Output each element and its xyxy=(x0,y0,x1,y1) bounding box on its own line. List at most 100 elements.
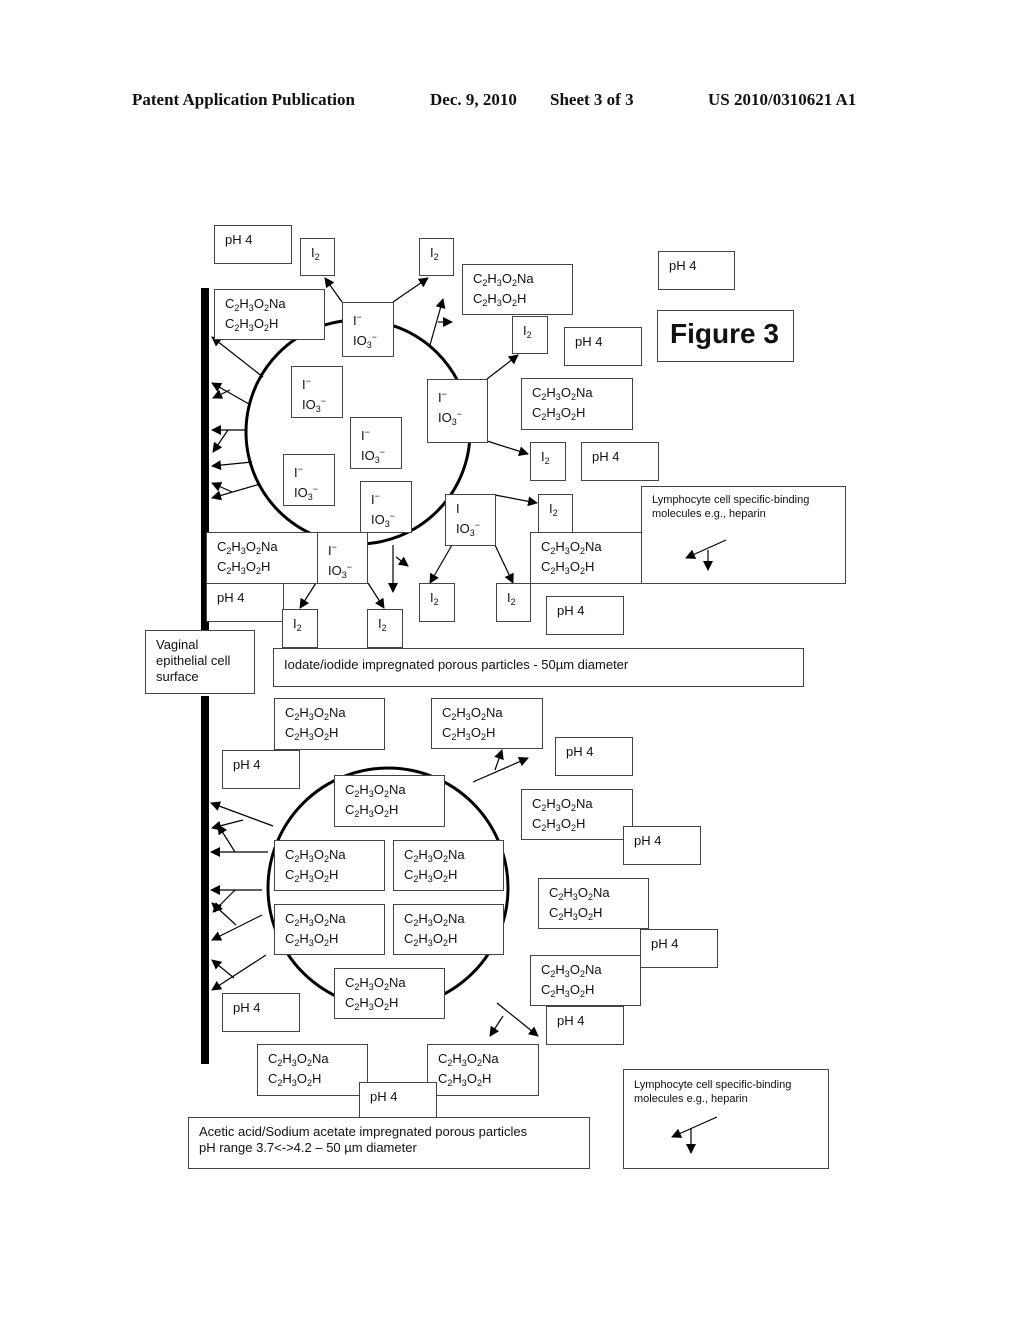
release-arrow xyxy=(367,582,385,609)
acetate-box: C2H3O2Na C2H3O2H xyxy=(214,289,325,340)
lymphocyte-legend-box: Lymphocyte cell specific-binding molecule… xyxy=(623,1069,829,1169)
iodine-label: I2 xyxy=(378,616,387,633)
acetate-box: C2H3O2Na C2H3O2H xyxy=(257,1044,368,1096)
iodine-label: I2 xyxy=(430,590,439,607)
release-arrow xyxy=(489,1015,504,1037)
release-arrow xyxy=(486,354,519,380)
iodine-label: I2 xyxy=(523,323,532,340)
ph-label: pH 4 xyxy=(575,334,603,349)
binding-arrow xyxy=(212,389,231,399)
binding-arrow xyxy=(211,954,267,991)
iodate-particles-caption: Iodate/iodide impregnated porous particl… xyxy=(273,648,804,687)
iodine-box: I2 xyxy=(367,609,403,648)
iodide-iodate-box: I− IO3− xyxy=(317,532,368,584)
ph-label: pH 4 xyxy=(233,757,261,772)
legend-text: Lymphocyte cell specific-binding xyxy=(652,494,810,506)
acetic-acid-formula: C2H3O2H xyxy=(442,725,496,742)
vaginal-label-line: epithelial cell xyxy=(156,653,231,668)
acetate-formula: C2H3O2Na xyxy=(345,782,406,799)
ph-label: pH 4 xyxy=(634,833,662,848)
acetate-box: C2H3O2Na C2H3O2H xyxy=(274,698,385,750)
ph-label: pH 4 xyxy=(592,449,620,464)
acetate-formula: C2H3O2Na xyxy=(442,705,503,722)
ph-label: pH 4 xyxy=(225,232,253,247)
ph-box: pH 4 xyxy=(555,737,633,776)
ph-label: pH 4 xyxy=(557,1013,585,1028)
acetate-box: C2H3O2Na C2H3O2H xyxy=(334,968,445,1019)
acetate-box: C2H3O2Na C2H3O2H xyxy=(521,378,633,430)
acetic-acid-formula: C2H3O2H xyxy=(285,931,339,948)
epithelial-surface-bar-bottom xyxy=(201,696,209,1064)
iodine-label: I2 xyxy=(293,616,302,633)
acetate-formula: C2H3O2Na xyxy=(268,1051,329,1068)
iodine-label: I2 xyxy=(430,245,439,262)
iodine-box: I2 xyxy=(300,238,335,276)
iodine-box: I2 xyxy=(538,494,573,533)
acetate-box: C2H3O2Na C2H3O2H xyxy=(538,878,649,929)
ph-label: pH 4 xyxy=(217,590,245,605)
ph-box: pH 4 xyxy=(564,327,642,366)
legend-text: molecules e.g., heparin xyxy=(652,508,766,520)
iodide-label: I− xyxy=(294,464,303,480)
release-arrow xyxy=(395,556,409,567)
iodine-box: I2 xyxy=(530,442,566,481)
release-arrow xyxy=(496,1002,539,1037)
binding-arrow xyxy=(212,429,229,453)
iodate-label: IO3− xyxy=(328,562,353,580)
acetate-box: C2H3O2Na C2H3O2H xyxy=(334,775,445,827)
acetate-box: C2H3O2Na C2H3O2H xyxy=(206,532,318,584)
acetate-formula: C2H3O2Na xyxy=(532,796,593,813)
ph-box: pH 4 xyxy=(214,225,292,264)
vaginal-label-line: Vaginal xyxy=(156,637,199,652)
acetate-box: C2H3O2Na C2H3O2H xyxy=(431,698,543,749)
acetate-formula: C2H3O2Na xyxy=(549,885,610,902)
acetate-formula: C2H3O2Na xyxy=(285,705,346,722)
ph-box: pH 4 xyxy=(658,251,735,290)
acetate-box: C2H3O2Na C2H3O2H xyxy=(530,955,641,1006)
caption-text: Acetic acid/Sodium acetate impregnated p… xyxy=(199,1124,528,1139)
iodine-label: I2 xyxy=(541,449,550,466)
binding-arrow xyxy=(211,382,250,405)
iodate-label: IO3− xyxy=(361,447,386,465)
iodide-label: I xyxy=(456,501,460,516)
binding-arrow xyxy=(212,889,236,913)
acetate-box: C2H3O2Na C2H3O2H xyxy=(462,264,573,315)
binding-arrow xyxy=(211,336,264,378)
binding-arrow xyxy=(211,819,244,831)
release-arrow xyxy=(472,757,529,783)
acetate-box: C2H3O2Na C2H3O2H xyxy=(274,840,385,891)
acetate-formula: C2H3O2Na xyxy=(473,271,534,288)
acetic-acid-formula: C2H3O2H xyxy=(438,1071,492,1088)
acetic-acid-formula: C2H3O2H xyxy=(532,405,586,422)
release-arrow xyxy=(494,494,538,507)
acetate-formula: C2H3O2Na xyxy=(225,296,286,313)
acetate-particles-caption: Acetic acid/Sodium acetate impregnated p… xyxy=(188,1117,590,1169)
iodate-label: IO3− xyxy=(294,484,319,502)
binding-arrow xyxy=(211,902,237,926)
acetate-box: C2H3O2Na C2H3O2H xyxy=(393,904,504,955)
iodine-box: I2 xyxy=(512,316,548,354)
acetate-box: C2H3O2Na C2H3O2H xyxy=(393,840,504,891)
iodide-iodate-box: I− IO3− xyxy=(360,481,412,533)
release-arrow xyxy=(494,749,504,771)
iodide-label: I− xyxy=(371,491,380,507)
ph-box: pH 4 xyxy=(581,442,659,481)
iodide-label: I− xyxy=(438,389,447,405)
release-arrow xyxy=(392,277,429,303)
acetate-formula: C2H3O2Na xyxy=(345,975,406,992)
vaginal-label-line: surface xyxy=(156,669,199,684)
acetic-acid-formula: C2H3O2H xyxy=(285,867,339,884)
iodate-label: IO3− xyxy=(371,511,396,529)
release-arrow xyxy=(494,544,514,584)
acetic-acid-formula: C2H3O2H xyxy=(549,905,603,922)
iodide-iodate-box: I− IO3− xyxy=(350,417,402,469)
iodide-iodate-box: I IO3− xyxy=(445,494,496,546)
ph-label: pH 4 xyxy=(669,258,697,273)
acetate-formula: C2H3O2Na xyxy=(217,539,278,556)
ph-box: pH 4 xyxy=(206,583,284,622)
acetic-acid-formula: C2H3O2H xyxy=(217,559,271,576)
acetic-acid-formula: C2H3O2H xyxy=(225,316,279,333)
legend-text: molecules e.g., heparin xyxy=(634,1093,748,1105)
iodide-iodate-box: I− IO3− xyxy=(342,302,394,357)
iodate-label: IO3− xyxy=(302,396,327,414)
